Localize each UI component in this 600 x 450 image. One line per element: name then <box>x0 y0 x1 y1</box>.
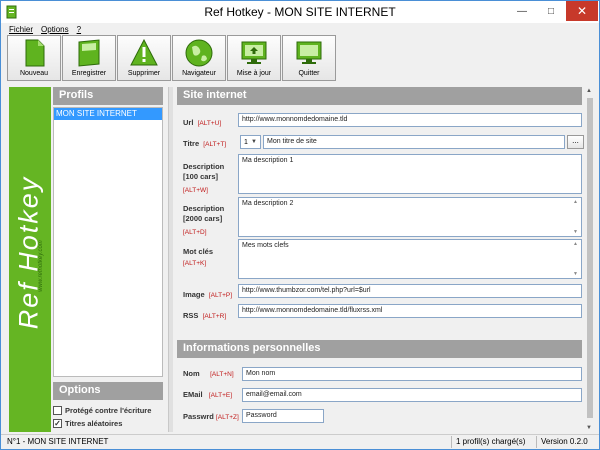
site-section-heading: Site internet <box>177 87 582 105</box>
nom-label: Nom [ALT+N] <box>183 369 234 378</box>
rss-field[interactable]: http://www.monnomdedomaine.tld/fluxrss.x… <box>238 304 582 318</box>
keywords-label: Mot clés [ALT+K] <box>183 247 214 267</box>
chevron-down-icon: ▼ <box>251 139 257 145</box>
toolbar: Nouveau Enregistrer Supprimer Navigateur… <box>7 35 336 83</box>
url-field[interactable]: http://www.monnomdedomaine.tld <box>238 113 582 127</box>
menu-bar: Fichier Options ? <box>1 23 599 35</box>
main-scrollbar[interactable]: ▲ ▼ <box>584 87 596 432</box>
email-field[interactable]: email@email.com <box>242 388 582 402</box>
menu-fichier[interactable]: Fichier <box>9 25 33 34</box>
globe-icon <box>185 39 213 67</box>
password-label: Passwrd [ALT+Z] <box>183 412 239 421</box>
keywords-field[interactable]: Mes mots clefs ▲ ▼ <box>238 239 582 279</box>
protect-option[interactable]: Protégé contre l'écriture <box>53 406 151 415</box>
status-profile: N°1 - MON SITE INTERNET <box>7 437 109 446</box>
scroll-thumb[interactable] <box>587 98 593 418</box>
save-button[interactable]: Enregistrer <box>62 35 116 81</box>
textarea-scrollbar[interactable]: ▲ ▼ <box>572 241 580 277</box>
save-icon <box>78 39 100 67</box>
panel-splitter[interactable] <box>167 87 173 432</box>
protect-checkbox[interactable] <box>53 406 62 415</box>
status-loaded: 1 profil(s) chargé(s) <box>456 437 526 446</box>
profiles-heading: Profils <box>53 87 163 105</box>
protect-label: Protégé contre l'écriture <box>65 406 152 415</box>
browser-button[interactable]: Navigateur <box>172 35 226 81</box>
maximize-icon[interactable]: □ <box>537 1 565 21</box>
url-label: Url [ALT+U] <box>183 118 222 127</box>
image-label: Image [ALT+P] <box>183 290 233 299</box>
image-field[interactable]: http://www.thumbzor.com/tel.php?url=$url <box>238 284 582 298</box>
description-2000-field[interactable]: Ma description 2 ▲ ▼ <box>238 197 582 237</box>
random-titles-checkbox[interactable]: ✓ <box>53 419 62 428</box>
new-file-icon <box>25 39 45 67</box>
main-window: Ref Hotkey - MON SITE INTERNET — □ ✕ Fic… <box>0 0 600 450</box>
name-field[interactable]: Mon nom <box>242 367 582 381</box>
monitor-update-icon <box>241 41 267 64</box>
scroll-up-icon[interactable]: ▲ <box>586 88 592 94</box>
password-field[interactable]: Password <box>242 409 324 423</box>
update-button[interactable]: Mise à jour <box>227 35 281 81</box>
title-field[interactable]: Mon titre de site <box>263 135 565 149</box>
minimize-icon[interactable]: — <box>508 1 536 21</box>
new-button[interactable]: Nouveau <box>7 35 61 81</box>
personal-info-heading: Informations personnelles <box>177 340 582 358</box>
profile-item[interactable]: MON SITE INTERNET <box>54 108 162 120</box>
textarea-scrollbar[interactable]: ▲ ▼ <box>572 199 580 235</box>
status-version: Version 0.2.0 <box>541 437 588 446</box>
scroll-down-icon[interactable]: ▼ <box>586 425 592 431</box>
title-index-select[interactable]: 1 ▼ <box>240 135 261 149</box>
description-100-field[interactable]: Ma description 1 <box>238 154 582 194</box>
options-heading: Options <box>53 382 163 400</box>
desc100-label: Description [100 cars] [ALT+W] <box>183 162 225 194</box>
status-bar: N°1 - MON SITE INTERNET 1 profil(s) char… <box>1 434 599 449</box>
title-bar[interactable]: Ref Hotkey - MON SITE INTERNET — □ ✕ <box>1 1 599 23</box>
email-label: EMail [ALT+E] <box>183 390 233 399</box>
titre-label: Titre [ALT+T] <box>183 139 227 148</box>
menu-options[interactable]: Options <box>41 25 69 34</box>
menu-help[interactable]: ? <box>77 25 81 34</box>
warning-icon <box>130 38 158 66</box>
monitor-exit-icon <box>296 41 322 64</box>
brand-banner: Ref Hotkey www.refhotkey.com <box>9 87 51 432</box>
rss-label: RSS [ALT+R] <box>183 311 227 320</box>
delete-button[interactable]: Supprimer <box>117 35 171 81</box>
quit-button[interactable]: Quitter <box>282 35 336 81</box>
brand-url: www.refhotkey.com <box>38 240 44 292</box>
random-titles-option[interactable]: ✓ Titres aléatoires <box>53 419 122 428</box>
random-titles-label: Titres aléatoires <box>65 419 123 428</box>
title-more-button[interactable]: ... <box>567 135 584 149</box>
close-icon[interactable]: ✕ <box>566 1 598 21</box>
profiles-list[interactable]: MON SITE INTERNET <box>53 107 163 377</box>
desc2000-label: Description [2000 cars] [ALT+D] <box>183 204 225 236</box>
